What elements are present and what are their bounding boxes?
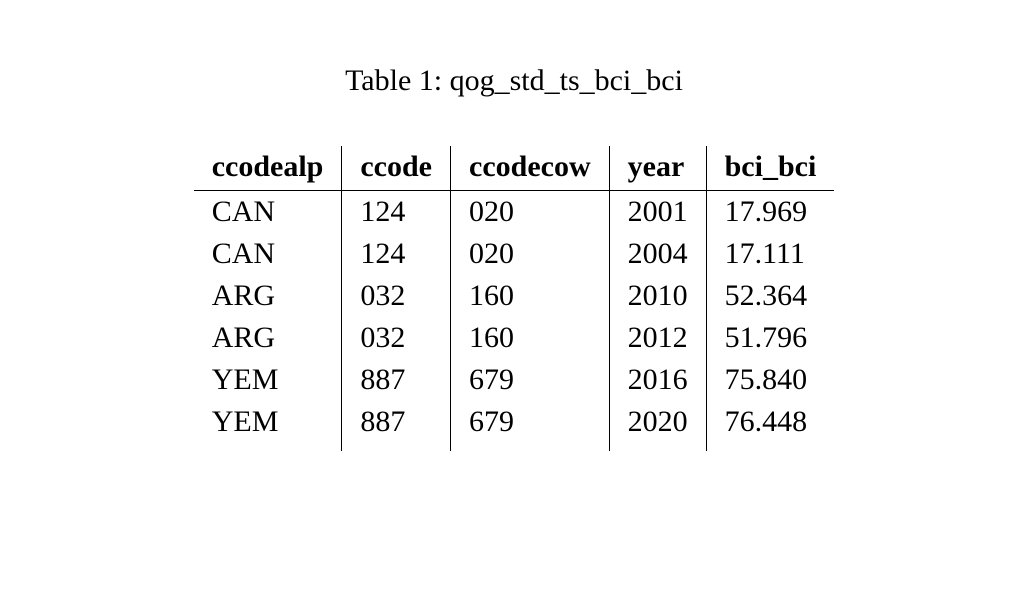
cell-ccode: 124: [342, 191, 451, 234]
cell-year: 2004: [609, 233, 706, 275]
table-caption: Table 1: qog_std_ts_bci_bci: [345, 64, 683, 98]
cell-year: 2020: [609, 401, 706, 451]
cell-ccodecow: 679: [451, 359, 610, 401]
cell-ccodealp: ARG: [194, 275, 342, 317]
cell-year: 2001: [609, 191, 706, 234]
cell-ccodecow: 020: [451, 233, 610, 275]
cell-bci-bci: 51.796: [706, 317, 834, 359]
data-table: ccodealp ccode ccodecow year bci_bci CAN…: [194, 146, 835, 451]
cell-ccodecow: 020: [451, 191, 610, 234]
cell-year: 2010: [609, 275, 706, 317]
cell-ccodecow: 679: [451, 401, 610, 451]
cell-ccode: 887: [342, 359, 451, 401]
cell-ccodecow: 160: [451, 317, 610, 359]
table-row: CAN 124 020 2001 17.969: [194, 191, 835, 234]
col-bci-bci: bci_bci: [706, 146, 834, 191]
cell-ccode: 032: [342, 275, 451, 317]
cell-bci-bci: 17.111: [706, 233, 834, 275]
cell-ccodealp: YEM: [194, 401, 342, 451]
cell-ccode: 887: [342, 401, 451, 451]
col-ccodealp: ccodealp: [194, 146, 342, 191]
cell-ccodealp: ARG: [194, 317, 342, 359]
table-header-row: ccodealp ccode ccodecow year bci_bci: [194, 146, 835, 191]
cell-bci-bci: 76.448: [706, 401, 834, 451]
cell-ccode: 032: [342, 317, 451, 359]
table-row: YEM 887 679 2020 76.448: [194, 401, 835, 451]
cell-ccodealp: YEM: [194, 359, 342, 401]
cell-ccodealp: CAN: [194, 191, 342, 234]
cell-bci-bci: 17.969: [706, 191, 834, 234]
col-ccodecow: ccodecow: [451, 146, 610, 191]
cell-ccodealp: CAN: [194, 233, 342, 275]
cell-year: 2012: [609, 317, 706, 359]
table-row: CAN 124 020 2004 17.111: [194, 233, 835, 275]
cell-ccodecow: 160: [451, 275, 610, 317]
col-year: year: [609, 146, 706, 191]
col-ccode: ccode: [342, 146, 451, 191]
cell-year: 2016: [609, 359, 706, 401]
table-row: ARG 032 160 2010 52.364: [194, 275, 835, 317]
cell-bci-bci: 75.840: [706, 359, 834, 401]
table-row: YEM 887 679 2016 75.840: [194, 359, 835, 401]
cell-ccode: 124: [342, 233, 451, 275]
table-row: ARG 032 160 2012 51.796: [194, 317, 835, 359]
cell-bci-bci: 52.364: [706, 275, 834, 317]
